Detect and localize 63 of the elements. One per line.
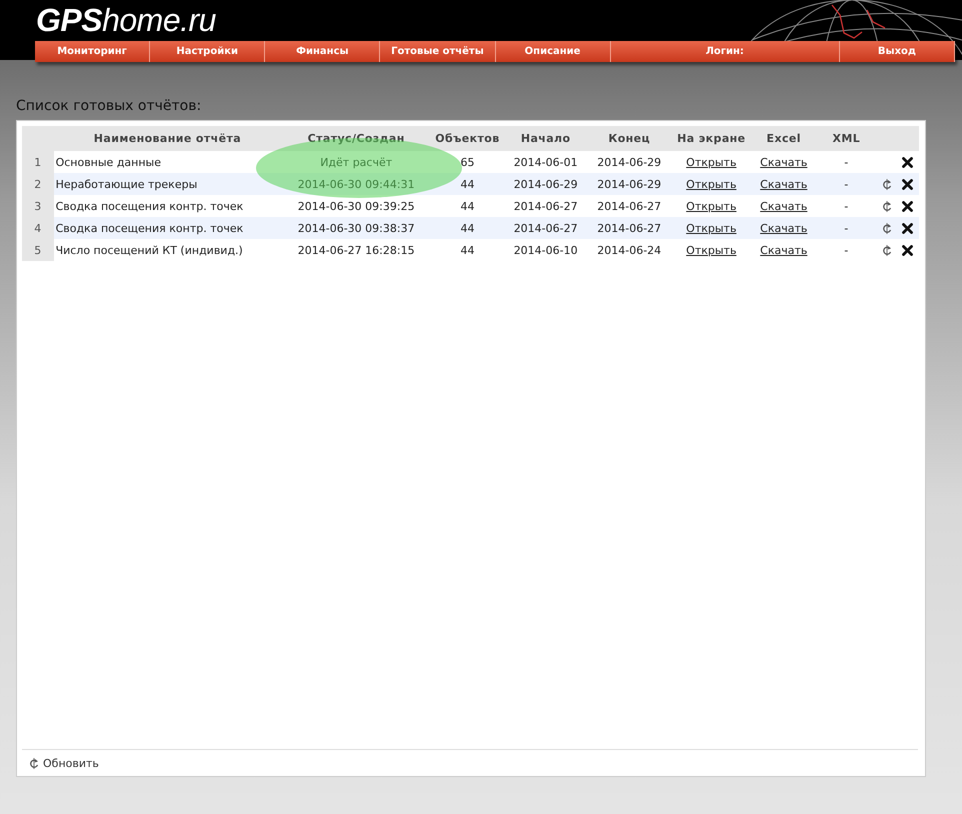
table-cell: 44 — [431, 217, 504, 239]
nav-link[interactable]: Мониторинг — [35, 41, 150, 62]
table-cell: Сводка посещения контр. точек — [54, 217, 282, 239]
column-header: Наименование отчёта — [54, 126, 282, 151]
nav-link[interactable]: Логин: — [610, 41, 840, 62]
table-cell: 2014-06-29 — [504, 173, 588, 195]
table-cell: 2014-06-24 — [587, 239, 671, 261]
table-cell: Сводка посещения контр. точек — [54, 195, 282, 217]
table-cell: Число посещений КТ (индивид.) — [54, 239, 282, 261]
open-link[interactable]: Открыть — [686, 200, 736, 212]
open-link[interactable]: Открыть — [686, 178, 736, 190]
nav-link[interactable]: Описание — [496, 41, 611, 62]
row-number: 1 — [22, 151, 54, 173]
table-cell: - — [816, 151, 877, 173]
open-link[interactable]: Открыть — [686, 244, 736, 256]
table-cell: 44 — [431, 239, 504, 261]
download-link[interactable]: Скачать — [760, 156, 808, 168]
table-cell: - — [816, 239, 877, 261]
open-link[interactable]: Открыть — [686, 156, 736, 168]
table-cell: 2014-06-30 09:39:25 — [281, 195, 432, 217]
download-link[interactable]: Скачать — [760, 244, 808, 256]
column-header: XML — [816, 126, 877, 151]
table-cell: Основные данные — [54, 151, 282, 173]
refresh-link[interactable]: Обновить — [43, 756, 99, 770]
table-cell: 2014-06-30 09:38:37 — [281, 217, 432, 239]
column-header: Начало — [504, 126, 588, 151]
nav-link[interactable]: Готовые отчёты — [380, 41, 496, 62]
table-cell: Неработающие трекеры — [54, 173, 282, 195]
table-cell: 2014-06-30 09:44:31 — [281, 173, 432, 195]
column-header: Статус/Создан — [281, 126, 432, 151]
column-header: Excel — [752, 126, 816, 151]
column-header: Конец — [587, 126, 671, 151]
download-link[interactable]: Скачать — [760, 222, 808, 234]
download-link[interactable]: Скачать — [760, 200, 808, 212]
table-cell: 2014-06-27 — [504, 195, 588, 217]
column-header: Объектов — [431, 126, 504, 151]
table-cell: 2014-06-29 — [587, 151, 671, 173]
table-cell: 2014-06-10 — [504, 239, 588, 261]
table-cell: 44 — [431, 173, 504, 195]
nav-link[interactable]: Финансы — [265, 41, 380, 62]
table-cell: 2014-06-01 — [504, 151, 588, 173]
table-cell: 2014-06-27 — [504, 217, 588, 239]
page-title: Список готовых отчётов: — [16, 98, 202, 114]
table-cell: Идёт расчёт — [281, 151, 432, 173]
row-number: 4 — [22, 217, 54, 239]
row-number: 5 — [22, 239, 54, 261]
table-cell: - — [816, 173, 877, 195]
row-number: 3 — [22, 195, 54, 217]
table-cell: - — [816, 195, 877, 217]
site-logo: GPShome.ru — [36, 2, 216, 39]
row-number: 2 — [22, 173, 54, 195]
table-cell: 44 — [431, 195, 504, 217]
table-cell: 2014-06-27 16:28:15 — [281, 239, 432, 261]
table-cell: 2014-06-27 — [587, 217, 671, 239]
table-cell: 65 — [431, 151, 504, 173]
nav-link[interactable]: Выход — [840, 41, 955, 62]
table-cell: 2014-06-27 — [587, 195, 671, 217]
column-header: На экране — [670, 126, 752, 151]
download-link[interactable]: Скачать — [760, 178, 808, 190]
open-link[interactable]: Открыть — [686, 222, 736, 234]
table-cell: 2014-06-29 — [587, 173, 671, 195]
nav-link[interactable]: Настройки — [150, 41, 266, 62]
table-cell: - — [816, 217, 877, 239]
